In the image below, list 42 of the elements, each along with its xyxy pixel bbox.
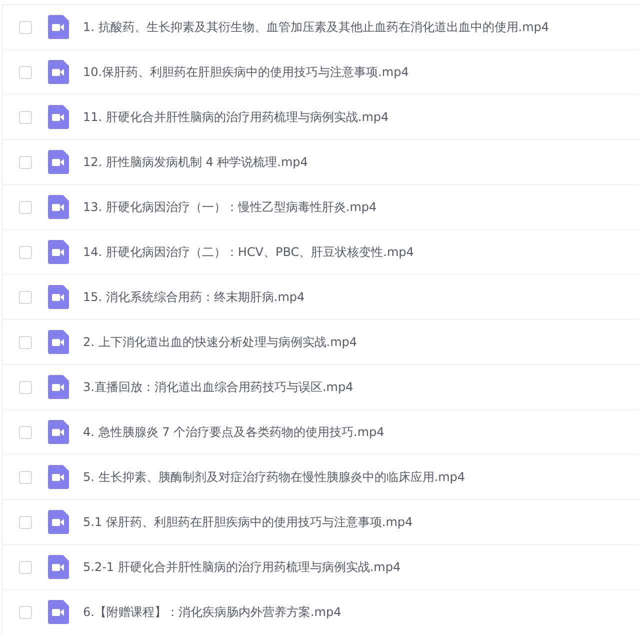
- checkbox[interactable]: [19, 470, 32, 484]
- video-file-icon: [48, 105, 69, 129]
- checkbox[interactable]: [19, 516, 32, 528]
- file-name[interactable]: 13. 肝硬化病因治疗（一）：慢性乙型病毒性肝炎.mp4: [83, 198, 377, 216]
- file-name[interactable]: 2. 上下消化道出血的快速分析处理与病例实战.mp4: [83, 334, 358, 350]
- checkbox[interactable]: [19, 380, 32, 394]
- file-name[interactable]: 5.2-1 肝硬化合并肝性脑病的治疗用药梳理与病例实战.mp4: [83, 558, 401, 576]
- video-file-icon: [48, 465, 69, 489]
- checkbox[interactable]: [19, 560, 32, 574]
- checkbox[interactable]: [19, 426, 32, 438]
- checkbox[interactable]: [19, 290, 32, 304]
- file-name[interactable]: 12. 肝性脑病发病机制 4 种学说梳理.mp4: [83, 154, 308, 170]
- video-file-icon: [48, 15, 69, 39]
- file-name[interactable]: 14. 肝硬化病因治疗（二）：HCV、PBC、肝豆状核变性.mp4: [83, 244, 414, 260]
- checkbox[interactable]: [19, 606, 32, 618]
- checkbox[interactable]: [19, 156, 32, 168]
- checkbox[interactable]: [19, 20, 32, 34]
- video-file-icon: [48, 555, 69, 579]
- video-file-icon: [48, 285, 69, 309]
- video-file-icon: [48, 375, 69, 399]
- checkbox[interactable]: [19, 110, 32, 124]
- video-file-icon: [48, 600, 69, 624]
- file-name[interactable]: 1. 抗酸药、生长抑素及其衍生物、血管加压素及其他止血药在消化道出血中的使用.mp4: [83, 18, 550, 36]
- video-file-icon: [48, 195, 69, 219]
- video-file-icon: [48, 420, 69, 444]
- video-file-icon: [48, 240, 69, 264]
- checkbox[interactable]: [19, 336, 32, 348]
- checkbox[interactable]: [19, 66, 32, 78]
- file-name[interactable]: 5. 生长抑素、胰酶制剂及对症治疗药物在慢性胰腺炎中的临床应用.mp4: [83, 468, 466, 486]
- file-name[interactable]: 15. 消化系统综合用药：终末期肝病.mp4: [83, 288, 305, 306]
- file-name[interactable]: 3.直播回放：消化道出血综合用药技巧与误区.mp4: [83, 378, 354, 396]
- file-name[interactable]: 4. 急性胰腺炎 7 个治疗要点及各类药物的使用技巧.mp4: [83, 424, 384, 440]
- file-name[interactable]: 11. 肝硬化合并肝性脑病的治疗用药梳理与病例实战.mp4: [83, 108, 389, 126]
- file-name[interactable]: 6.【附赠课程】：消化疾病肠内外营养方案.mp4: [83, 604, 342, 620]
- video-file-icon: [48, 330, 69, 354]
- video-file-icon: [48, 150, 69, 174]
- checkbox[interactable]: [19, 246, 32, 258]
- checkbox[interactable]: [19, 200, 32, 214]
- file-name[interactable]: 5.1 保肝药、利胆药在肝胆疾病中的使用技巧与注意事项.mp4: [83, 514, 413, 530]
- file-name[interactable]: 10.保肝药、利胆药在肝胆疾病中的使用技巧与注意事项.mp4: [83, 64, 409, 80]
- video-file-icon: [48, 510, 69, 534]
- video-file-icon: [48, 60, 69, 84]
